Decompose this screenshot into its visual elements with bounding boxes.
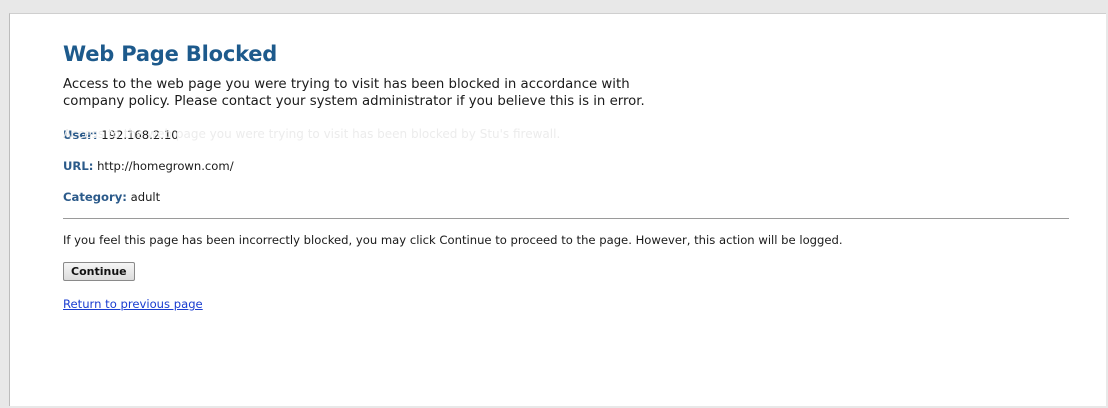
divider xyxy=(63,218,1069,219)
url-row: URL: http://homegrown.com/ xyxy=(63,159,1069,174)
url-label: URL: xyxy=(63,159,94,173)
url-value: http://homegrown.com/ xyxy=(97,159,234,173)
category-value: adult xyxy=(130,190,161,204)
category-label: Category: xyxy=(63,190,127,204)
content: Web Page Blocked Access to the web page … xyxy=(63,40,1069,311)
override-notice: If you feel this page has been incorrect… xyxy=(63,233,843,247)
blocked-message-text: Access to the web page you were trying t… xyxy=(63,77,645,109)
return-to-previous-link[interactable]: Return to previous page xyxy=(63,297,1069,311)
category-row: Category: adult xyxy=(63,190,1069,205)
continue-button[interactable]: Continue xyxy=(63,262,135,281)
blocked-message: Access to the web page you were trying t… xyxy=(63,76,663,141)
page-frame: Web Page Blocked Access to the web page … xyxy=(9,13,1106,406)
ghost-text: Access to the web page you were trying t… xyxy=(63,127,561,141)
page-title: Web Page Blocked xyxy=(63,42,278,66)
